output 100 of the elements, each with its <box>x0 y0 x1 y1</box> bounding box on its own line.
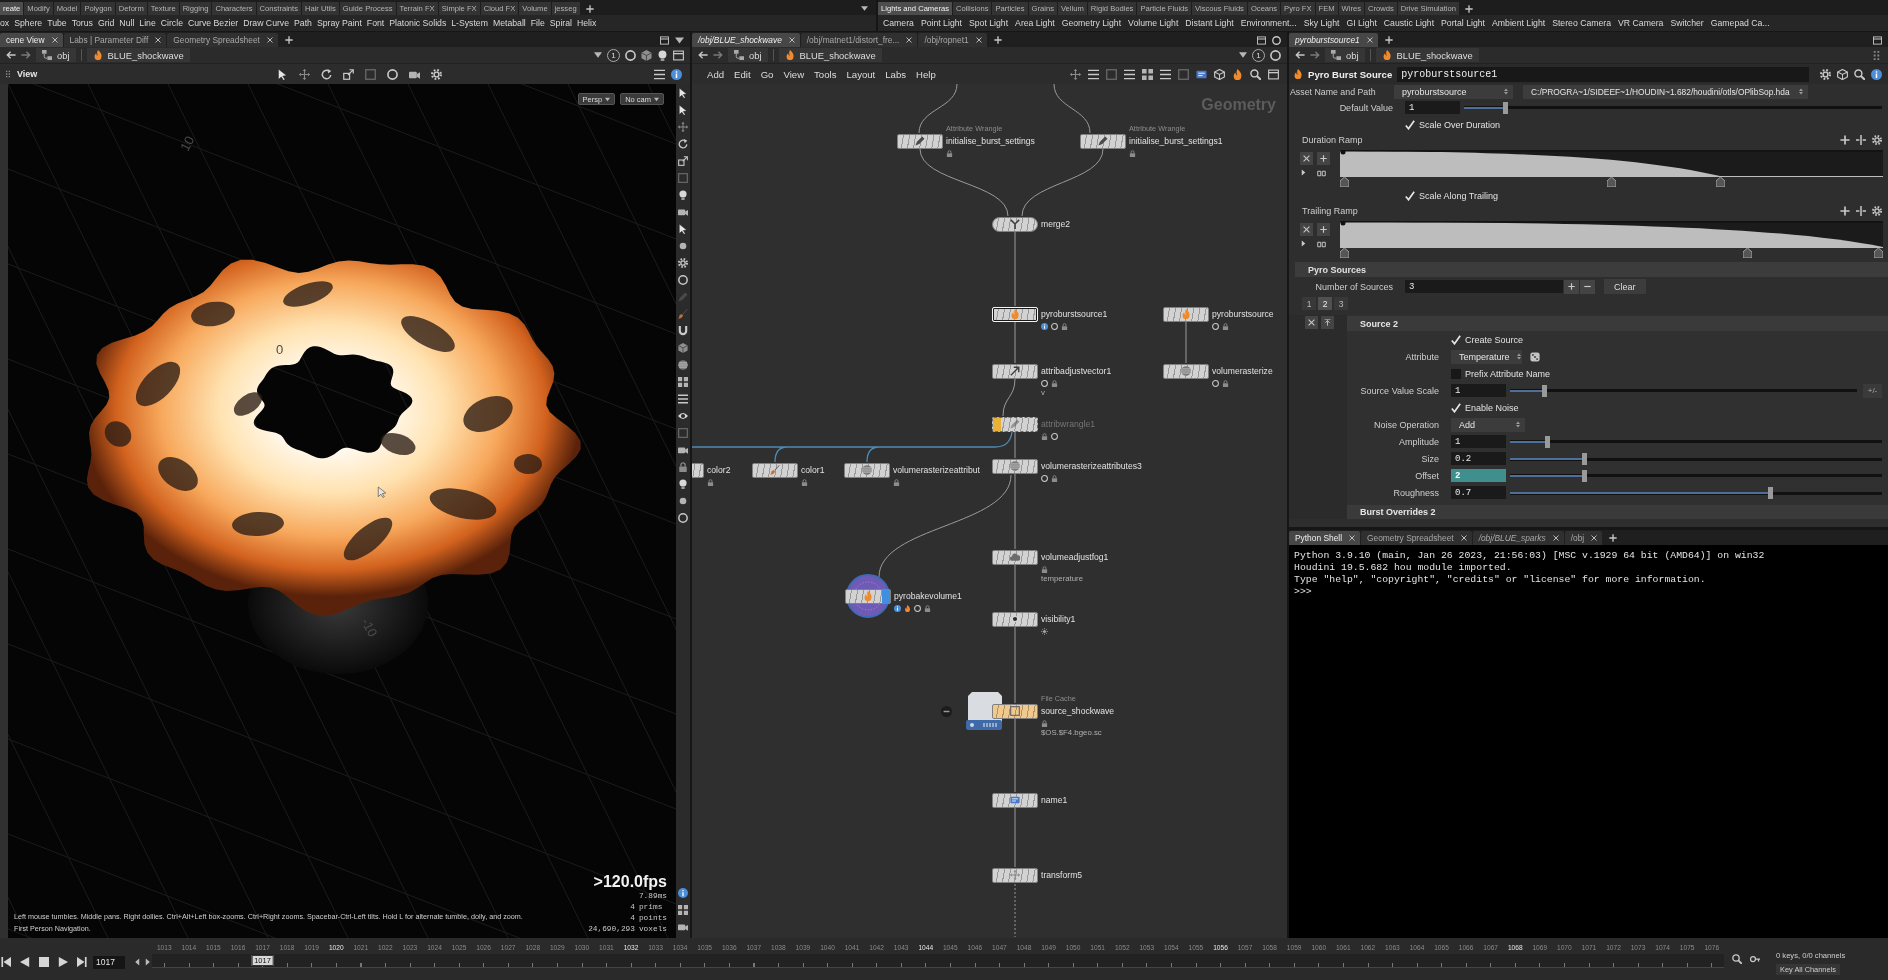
shelf-tool[interactable]: Gamepad Ca... <box>1710 18 1770 28</box>
striped-sphere-icon[interactable] <box>678 360 688 370</box>
shelf-tool[interactable]: Portal Light <box>1441 18 1485 28</box>
node-name[interactable]: attribadjustvector1 <box>1041 363 1112 379</box>
plus-icon[interactable] <box>1840 206 1850 216</box>
package-icon[interactable] <box>1214 68 1225 80</box>
shelf-tool[interactable]: File <box>530 18 545 28</box>
plus-icon[interactable] <box>1384 36 1393 44</box>
shelf-tool[interactable]: Area Light <box>1015 18 1055 28</box>
ring-icon[interactable] <box>678 275 688 285</box>
grid-icon[interactable] <box>678 905 688 915</box>
path-crumb[interactable]: BLUE_shockwave <box>86 48 190 62</box>
path-crumb[interactable]: BLUE_shockwave <box>1375 48 1479 62</box>
lines-icon[interactable] <box>1088 68 1099 80</box>
shelf-tool[interactable]: Circle <box>160 18 183 28</box>
linked-boxes-icon[interactable] <box>1317 240 1326 249</box>
dice-icon[interactable] <box>1530 351 1540 362</box>
bulb-icon[interactable] <box>678 479 688 489</box>
value-field[interactable]: 1 <box>1451 384 1506 397</box>
package-icon[interactable] <box>1837 68 1848 80</box>
pointer-icon[interactable] <box>678 224 688 234</box>
shelf-tool[interactable]: GI Light <box>1346 18 1377 28</box>
plus-icon[interactable] <box>1609 534 1618 542</box>
window-icon[interactable] <box>1873 35 1882 45</box>
shelf-tool[interactable]: Tube <box>47 18 67 28</box>
close-icon[interactable] <box>1591 535 1598 541</box>
instance-tab[interactable]: 3 <box>1334 297 1348 310</box>
close-icon[interactable] <box>1460 535 1467 541</box>
shelf-tool[interactable]: Geometry Light <box>1061 18 1122 28</box>
gear-icon[interactable] <box>1872 206 1882 216</box>
dot-icon[interactable] <box>678 496 688 506</box>
node-tile[interactable] <box>992 363 1038 379</box>
node-name[interactable]: initialise_burst_settings1 <box>1129 133 1223 149</box>
checkbox[interactable] <box>1451 334 1461 345</box>
play-icon[interactable] <box>58 957 68 967</box>
pointer-icon[interactable] <box>277 68 289 80</box>
ramp-graph[interactable] <box>1340 221 1883 248</box>
shelf-tool[interactable]: Torus <box>71 18 93 28</box>
node-tile[interactable] <box>992 867 1038 883</box>
magnet-icon[interactable] <box>678 326 688 336</box>
node-name[interactable]: pyrobakevolume1 <box>894 588 962 604</box>
skip-to-end-icon[interactable] <box>77 957 87 967</box>
node-tile[interactable] <box>992 458 1038 474</box>
slider-thumb[interactable] <box>1544 435 1550 448</box>
pane-tab[interactable]: pyroburstsource1 <box>1289 33 1378 47</box>
node-tile[interactable] <box>1080 133 1126 149</box>
back-arrow-icon[interactable] <box>698 50 708 60</box>
caret-icon[interactable] <box>675 35 684 45</box>
back-arrow-icon[interactable] <box>6 50 16 60</box>
node-name[interactable]: color2 <box>707 462 731 478</box>
close-icon[interactable] <box>266 37 273 43</box>
node-tile[interactable] <box>752 462 798 478</box>
brush-icon[interactable] <box>678 309 688 319</box>
plus-icon[interactable] <box>284 36 293 44</box>
menu-item[interactable]: Add <box>702 68 730 80</box>
lines-icon[interactable] <box>678 394 688 404</box>
ring-icon[interactable] <box>1272 35 1281 45</box>
key-marker-icon[interactable] <box>1607 177 1616 187</box>
menu-item[interactable]: Tools <box>809 68 842 80</box>
shelf-tool[interactable]: Platonic Solids <box>389 18 447 28</box>
shelf-tool[interactable]: Environment... <box>1240 18 1297 28</box>
linked-boxes-icon[interactable] <box>1317 169 1326 178</box>
instance-tab[interactable]: 2 <box>1318 297 1332 310</box>
node-tile[interactable] <box>992 549 1038 565</box>
path-crumb[interactable]: BLUE_shockwave <box>778 48 882 62</box>
node-name[interactable]: initialise_burst_settings <box>946 133 1035 149</box>
shelf-tool[interactable]: Spray Paint <box>316 18 362 28</box>
close-icon[interactable] <box>155 37 162 43</box>
move-arrows-icon[interactable] <box>299 68 311 80</box>
step-forward-icon[interactable] <box>144 958 151 966</box>
play-arrow-icon[interactable] <box>1300 240 1307 247</box>
remove-instance-button[interactable] <box>1580 279 1595 294</box>
pane-tab[interactable]: /obj/BLUE_shockwave <box>692 33 800 47</box>
menu-item[interactable]: Labs <box>880 68 912 80</box>
pane-tab[interactable]: Labs | Parameter Diff <box>63 33 167 47</box>
info-icon[interactable] <box>671 68 682 80</box>
close-icon[interactable] <box>51 37 58 43</box>
ring-icon[interactable] <box>387 68 399 80</box>
slider-thumb[interactable] <box>1581 469 1587 482</box>
pane-tab[interactable]: /obj/matnet1/distort_fre... <box>800 33 918 47</box>
node-name[interactable]: color1 <box>801 462 825 478</box>
shelf-tool[interactable]: Sphere <box>14 18 43 28</box>
grip-icon[interactable] <box>4 69 12 79</box>
shelf-tool[interactable]: Caustic Light <box>1383 18 1435 28</box>
window-icon[interactable] <box>1257 35 1266 45</box>
grid-icon[interactable] <box>678 377 688 387</box>
dropdown[interactable]: Temperature <box>1451 349 1522 364</box>
close-icon[interactable] <box>1349 535 1356 541</box>
plus-icon[interactable] <box>1840 135 1850 145</box>
info-icon[interactable] <box>678 888 688 898</box>
shelf-tool[interactable]: Sky Light <box>1303 18 1340 28</box>
plus-icon[interactable] <box>993 36 1002 44</box>
shelf-tool[interactable]: Volume Light <box>1128 18 1179 28</box>
node-name[interactable]: volumeadjustfog1 <box>1041 549 1109 565</box>
ring-icon[interactable] <box>678 513 688 523</box>
bulb-icon[interactable] <box>678 190 688 200</box>
skip-to-start-icon[interactable] <box>1 957 11 967</box>
pane-tab[interactable]: cene View <box>0 33 63 47</box>
node-name[interactable]: volumerasterizeattribut <box>893 462 980 478</box>
pane-tab[interactable]: Python Shell <box>1289 531 1361 545</box>
